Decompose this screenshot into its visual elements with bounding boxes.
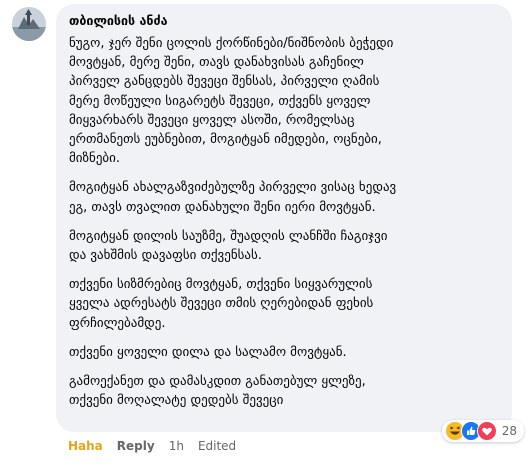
comment-paragraph: თქვენი ყოველი დილა და სალამო მოვტყან. bbox=[69, 344, 347, 360]
reply-button[interactable]: Reply bbox=[117, 438, 155, 454]
comment-paragraph: მოგიტყან დილის საუზმე, შუადღის ლანჩში ჩა… bbox=[69, 228, 388, 264]
comment-paragraph: ნუგო, ჯერ შენი ცოლის ქორწინები/ნიშნობის … bbox=[69, 36, 394, 167]
haha-button[interactable]: Haha bbox=[68, 438, 103, 454]
love-reaction-icon bbox=[476, 421, 497, 441]
avatar-image bbox=[12, 7, 46, 41]
comment-actions: Haha Reply 1h Edited bbox=[68, 438, 250, 454]
reaction-summary[interactable]: 28 bbox=[441, 420, 524, 442]
comment-timestamp[interactable]: 1h bbox=[169, 438, 184, 454]
comment-bubble: თბილისის ანძა ნუგო, ჯერ შენი ცოლის ქორწი… bbox=[56, 4, 524, 442]
comment-paragraph: მოგიტყან ახალგაზვიძებულზე პირველი ვისაც … bbox=[69, 180, 397, 215]
comment-paragraph: გამოექანეთ და დამასკდით განათებულ ყლეზე,… bbox=[69, 374, 366, 409]
reaction-count: 28 bbox=[501, 424, 517, 438]
comment-author[interactable]: თბილისის ანძა bbox=[69, 13, 500, 29]
avatar[interactable] bbox=[12, 7, 46, 41]
comment-paragraph: თქვენი სიზმრებიც მოვტყან, თქვენი სიყვარუ… bbox=[69, 277, 374, 331]
edited-label[interactable]: Edited bbox=[198, 438, 236, 454]
